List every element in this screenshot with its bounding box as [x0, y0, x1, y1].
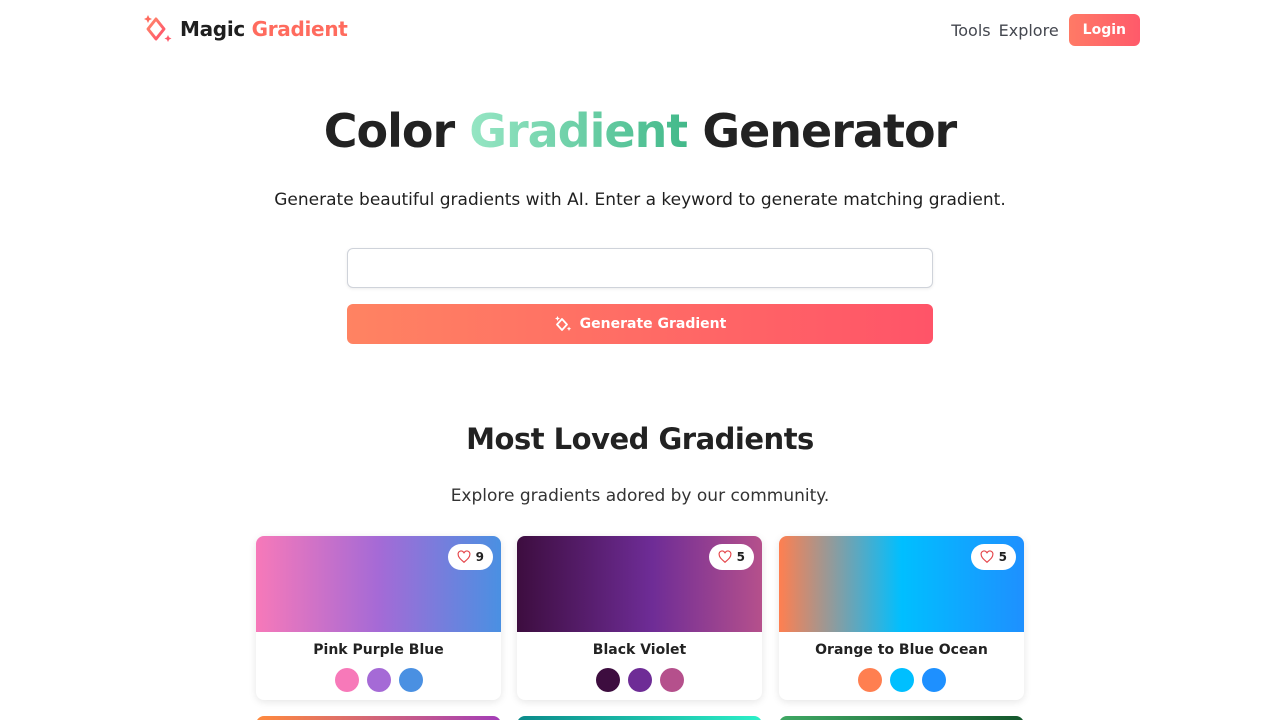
nav-explore[interactable]: Explore [999, 21, 1059, 40]
color-dots [517, 668, 762, 692]
nav-tools[interactable]: Tools [951, 21, 990, 40]
gradient-name: Black Violet [592, 642, 687, 658]
color-dot[interactable] [334, 668, 359, 692]
color-dot[interactable] [889, 668, 914, 692]
like-count: 5 [998, 550, 1007, 564]
generate-button-label: Generate Gradient [579, 316, 727, 332]
like-count: 5 [736, 550, 745, 564]
logo[interactable]: Magic Gradient [143, 14, 348, 44]
login-button[interactable]: Login [1068, 14, 1140, 46]
gradient-card-peek[interactable] [256, 716, 501, 720]
color-dots [256, 668, 501, 692]
like-button[interactable]: 5 [708, 544, 754, 570]
color-dot[interactable] [921, 668, 946, 692]
generate-gradient-button[interactable]: Generate Gradient [347, 304, 933, 344]
color-dot[interactable] [398, 668, 423, 692]
heart-icon [457, 550, 471, 564]
section-subtitle: Explore gradients adored by our communit… [450, 486, 830, 506]
color-dot[interactable] [857, 668, 882, 692]
color-dots [779, 668, 1024, 692]
color-dot[interactable] [659, 668, 684, 692]
like-count: 9 [475, 550, 484, 564]
gradient-card-peek[interactable] [779, 716, 1024, 720]
top-nav: Tools Explore Login [951, 14, 1140, 46]
heart-icon [980, 550, 994, 564]
color-dot[interactable] [627, 668, 652, 692]
color-dot[interactable] [595, 668, 620, 692]
gradient-card[interactable]: 9 Pink Purple Blue [256, 536, 501, 700]
logo-text: Magic Gradient [180, 17, 348, 41]
keyword-input[interactable] [347, 248, 933, 288]
header: Magic Gradient Tools Explore Login [0, 0, 1280, 60]
section-title: Most Loved Gradients [466, 422, 814, 456]
like-button[interactable]: 5 [970, 544, 1016, 570]
sparkle-logo-icon [144, 15, 172, 42]
like-button[interactable]: 9 [447, 544, 493, 570]
gradient-card-peek[interactable] [517, 716, 762, 720]
color-dot[interactable] [366, 668, 391, 692]
sparkle-icon [554, 316, 571, 331]
gradient-card[interactable]: 5 Orange to Blue Ocean [779, 536, 1024, 700]
gradient-name: Orange to Blue Ocean [815, 642, 988, 658]
heart-icon [718, 550, 732, 564]
gradient-name: Pink Purple Blue [313, 642, 444, 658]
hero-subtitle: Generate beautiful gradients with AI. En… [274, 190, 1006, 210]
gradient-card[interactable]: 5 Black Violet [517, 536, 762, 700]
page-title: Color Gradient Generator [323, 104, 957, 158]
